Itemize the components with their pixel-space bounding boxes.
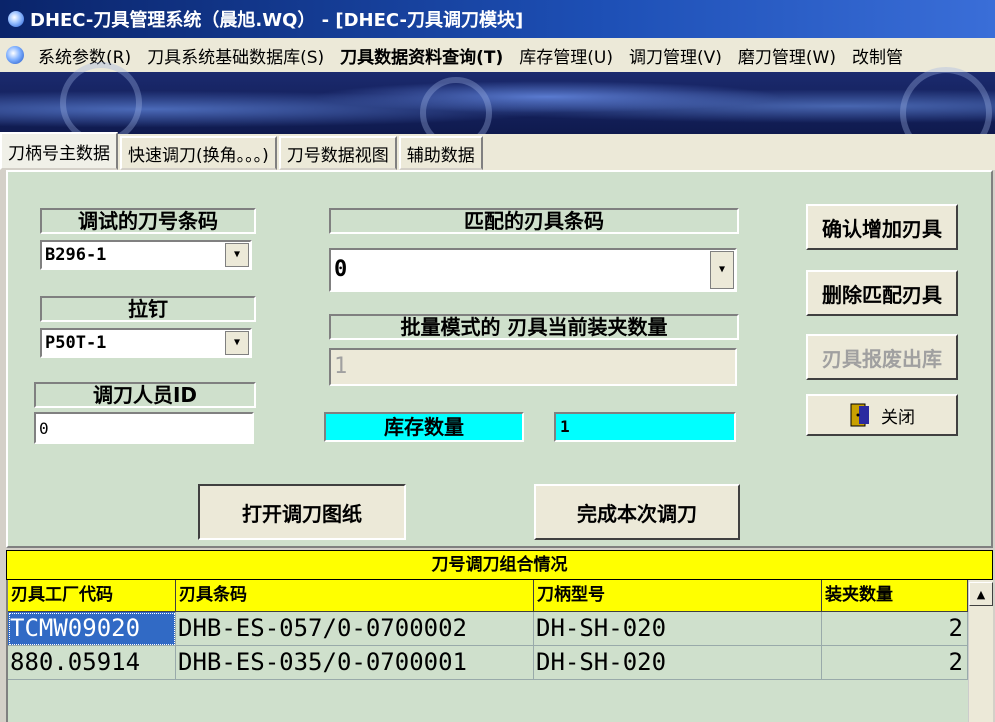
vertical-scrollbar[interactable]: ▲ (968, 580, 993, 722)
exit-door-icon (849, 402, 871, 428)
menu-bar: 系统参数(R) 刀具系统基础数据库(S) 刀具数据资料查询(T) 库存管理(U)… (0, 38, 995, 72)
clamp-count-cell[interactable]: 2 (822, 646, 968, 680)
holder-model-cell[interactable]: DH-SH-020 (534, 612, 822, 646)
tab-aux-data[interactable]: 辅助数据 (398, 136, 483, 170)
tool-barcode-value: B296-1 (45, 245, 107, 265)
pull-stud-label: 拉钉 (40, 296, 256, 322)
close-button[interactable]: 关闭 (806, 394, 958, 436)
operator-id-input[interactable]: 0 (34, 412, 254, 444)
close-label: 关闭 (881, 407, 915, 428)
tool-barcode-combo[interactable]: B296-1 ▼ (40, 240, 252, 270)
tool-barcode-cell[interactable]: DHB-ES-057/0-0700002 (176, 612, 534, 646)
app-icon (8, 11, 24, 27)
batch-count-input: 1 (329, 348, 737, 386)
menu-base-database[interactable]: 刀具系统基础数据库(S) (139, 43, 332, 68)
table-row[interactable]: TCMW09020 DHB-ES-057/0-0700002 DH-SH-020… (8, 612, 968, 646)
batch-count-label: 批量模式的 刃具当前装夹数量 (329, 314, 739, 340)
main-panel: 调试的刀号条码 B296-1 ▼ 拉钉 P50T-1 ▼ 调刀人员ID 0 匹配… (6, 170, 993, 548)
scrap-out-button[interactable]: 刃具报废出库 (806, 334, 958, 380)
factory-code-cell[interactable]: 880.05914 (8, 646, 176, 680)
chevron-down-icon[interactable]: ▼ (225, 243, 249, 267)
scroll-up-icon[interactable]: ▲ (969, 582, 993, 606)
grid-header: 刃具工厂代码 刃具条码 刀柄型号 装夹数量 (8, 580, 968, 612)
banner-image (0, 62, 995, 159)
open-drawing-button[interactable]: 打开调刀图纸 (198, 484, 406, 540)
pull-stud-combo[interactable]: P50T-1 ▼ (40, 328, 252, 358)
combination-grid: 刃具工厂代码 刃具条码 刀柄型号 装夹数量 TCMW09020 DHB-ES-0… (6, 580, 993, 722)
match-barcode-label: 匹配的刃具条码 (329, 208, 739, 234)
globe-icon[interactable] (6, 46, 24, 64)
title-bar: DHEC-刀具管理系统（晨旭.WQ） - [DHEC-刀具调刀模块] (0, 0, 995, 38)
menu-data-query[interactable]: 刀具数据资料查询(T) (332, 43, 511, 68)
tab-holder-master[interactable]: 刀柄号主数据 (0, 132, 118, 170)
match-barcode-value: 0 (334, 257, 348, 282)
holder-model-cell[interactable]: DH-SH-020 (534, 646, 822, 680)
menu-system-params[interactable]: 系统参数(R) (30, 43, 139, 68)
tab-data-view[interactable]: 刀号数据视图 (278, 136, 397, 170)
menu-inventory[interactable]: 库存管理(U) (511, 43, 621, 68)
chevron-down-icon[interactable]: ▼ (225, 331, 249, 355)
table-row[interactable]: 880.05914 DHB-ES-035/0-0700001 DH-SH-020… (8, 646, 968, 680)
stock-value-box: 1 (554, 412, 736, 442)
column-header[interactable]: 刀柄型号 (534, 580, 822, 612)
grid-title: 刀号调刀组合情况 (6, 550, 993, 580)
menu-grinding[interactable]: 磨刀管理(W) (730, 43, 844, 68)
operator-id-label: 调刀人员ID (34, 382, 256, 408)
stock-label: 库存数量 (384, 415, 464, 439)
stock-value: 1 (560, 417, 570, 436)
column-header[interactable]: 刃具工厂代码 (8, 580, 176, 612)
window-title: DHEC-刀具管理系统（晨旭.WQ） - [DHEC-刀具调刀模块] (30, 10, 524, 31)
delete-match-button[interactable]: 删除匹配刃具 (806, 270, 958, 316)
stock-label-box: 库存数量 (324, 412, 524, 442)
menu-tool-setting[interactable]: 调刀管理(V) (621, 43, 730, 68)
tab-strip: 刀柄号主数据 快速调刀(换角。。。) 刀号数据视图 辅助数据 (0, 132, 995, 170)
tool-barcode-label: 调试的刀号条码 (40, 208, 256, 234)
confirm-add-button[interactable]: 确认增加刃具 (806, 204, 958, 250)
pull-stud-value: P50T-1 (45, 333, 107, 353)
tool-barcode-cell[interactable]: DHB-ES-035/0-0700001 (176, 646, 534, 680)
factory-code-cell[interactable]: TCMW09020 (8, 612, 176, 646)
column-header[interactable]: 装夹数量 (822, 580, 968, 612)
clamp-count-cell[interactable]: 2 (822, 612, 968, 646)
menu-modification[interactable]: 改制管 (844, 43, 911, 68)
match-barcode-combo[interactable]: 0 ▼ (329, 248, 737, 292)
chevron-down-icon[interactable]: ▼ (710, 251, 734, 289)
tab-quick-setting[interactable]: 快速调刀(换角。。。) (120, 136, 277, 170)
column-header[interactable]: 刃具条码 (176, 580, 534, 612)
finish-setting-button[interactable]: 完成本次调刀 (534, 484, 740, 540)
